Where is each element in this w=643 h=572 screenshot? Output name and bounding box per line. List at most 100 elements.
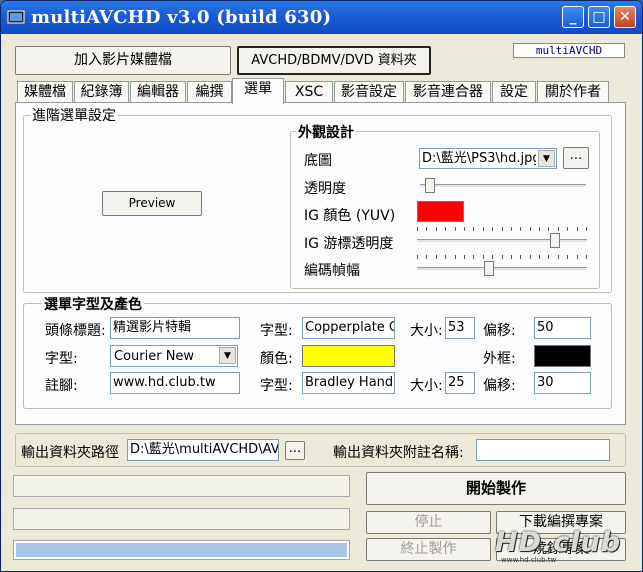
tab-media[interactable]: 媒體檔	[17, 81, 73, 102]
chevron-down-icon[interactable]: ▼	[219, 347, 236, 364]
slider-tick	[502, 255, 503, 259]
finish-button[interactable]: 終止製作	[366, 538, 491, 561]
transparency-slider[interactable]	[420, 176, 586, 196]
footer-label: 註腳:	[45, 378, 78, 394]
slider-tick	[426, 255, 427, 259]
tab-xsc[interactable]: XSC	[285, 81, 333, 102]
header-font-input[interactable]: Copperplate Gothic	[302, 317, 395, 339]
font-dropdown[interactable]: Courier New ▼	[110, 345, 238, 367]
slider-tick	[530, 255, 531, 259]
footer-font-input[interactable]: Bradley Hand ITC	[302, 372, 395, 394]
slider-tick	[511, 227, 512, 231]
footer-offset-input[interactable]: 30	[534, 372, 591, 394]
footer-font-label: 字型:	[260, 378, 293, 394]
output-suffix-label: 輸出資料夾附註名稱:	[333, 445, 464, 461]
slider-tick	[586, 255, 587, 259]
slider-tick	[577, 227, 578, 231]
stop-button[interactable]: 停止	[366, 511, 491, 534]
tab-menu[interactable]: 選單	[232, 78, 284, 104]
footer-size-input[interactable]: 25	[445, 372, 475, 394]
tab-av-muxer[interactable]: 影音連合器	[405, 81, 491, 102]
output-suffix-input[interactable]	[476, 439, 610, 461]
watermark-text: HD.club	[495, 527, 622, 558]
slider-tick	[464, 227, 465, 231]
header-size-label: 大小:	[410, 323, 443, 339]
header-font-label: 字型:	[260, 323, 293, 339]
slider-tick	[445, 255, 446, 259]
slider-thumb[interactable]	[425, 178, 435, 193]
frame-rate-slider[interactable]	[417, 255, 587, 277]
text-color-swatch[interactable]	[302, 345, 395, 367]
tab-editor[interactable]: 編輯器	[130, 81, 186, 102]
slider-tick	[436, 227, 437, 231]
footer-size-label: 大小:	[410, 378, 443, 394]
slider-tick	[520, 255, 521, 259]
appearance-title: 外觀設計	[296, 122, 356, 142]
chevron-down-icon[interactable]: ▼	[538, 150, 555, 167]
header-input[interactable]: 精選影片特輯	[110, 317, 240, 339]
outline-color-swatch[interactable]	[534, 345, 591, 367]
background-dropdown[interactable]: D:\藍光\PS3\hd.jpg ▼	[419, 148, 557, 169]
background-browse-button[interactable]: ...	[563, 147, 589, 169]
slider-tick	[567, 227, 568, 231]
slider-tick	[417, 227, 418, 231]
brand-label: multiAVCHD	[513, 43, 625, 58]
slider-ticks	[417, 255, 587, 259]
add-media-button[interactable]: 加入影片媒體檔	[15, 46, 231, 75]
slider-tick	[548, 255, 549, 259]
slider-tick	[539, 255, 540, 259]
slider-ticks	[417, 227, 587, 231]
slider-tick	[586, 227, 587, 231]
close-button[interactable]: ✕	[614, 6, 636, 28]
slider-tick	[548, 227, 549, 231]
frame-rate-label: 編碼幀幅	[304, 263, 360, 279]
minimize-button[interactable]: _	[562, 6, 584, 28]
outline-label: 外框:	[483, 351, 516, 367]
tab-settings[interactable]: 設定	[492, 81, 536, 102]
slider-thumb[interactable]	[550, 233, 560, 248]
title-bar[interactable]: multiAVCHD v3.0 (build 630) _ □ ✕	[1, 1, 642, 34]
ig-color-swatch[interactable]	[417, 201, 464, 222]
tab-authoring[interactable]: 編撰	[187, 81, 232, 102]
window-title: multiAVCHD v3.0 (build 630)	[31, 7, 332, 28]
slider-tick	[483, 255, 484, 259]
slider-tick	[492, 255, 493, 259]
start-button[interactable]: 開始製作	[366, 472, 626, 505]
maximize-button[interactable]: □	[588, 6, 610, 28]
slider-tick	[539, 227, 540, 231]
background-label: 底圖	[304, 153, 332, 169]
slider-tick	[577, 255, 578, 259]
slider-tick	[426, 227, 427, 231]
menu-tab-panel: 進階選單設定 Preview 外觀設計 底圖 D:\藍光\PS3\hd.jpg …	[15, 102, 626, 425]
footer-input[interactable]: www.hd.club.tw	[110, 372, 240, 394]
font-dropdown-value: Courier New	[114, 349, 195, 364]
slider-tick	[492, 227, 493, 231]
tab-log[interactable]: 紀錄簿	[74, 81, 129, 102]
slider-tick	[558, 227, 559, 231]
slider-track	[420, 184, 586, 188]
tab-av-settings[interactable]: 影音設定	[334, 81, 404, 102]
tab-about[interactable]: 關於作者	[537, 81, 609, 102]
transparency-label: 透明度	[304, 181, 346, 197]
folder-button[interactable]: AVCHD/BDMV/DVD 資料夾	[237, 46, 431, 75]
slider-tick	[455, 227, 456, 231]
slider-tick	[473, 227, 474, 231]
slider-tick	[436, 255, 437, 259]
slider-thumb[interactable]	[484, 261, 494, 276]
preview-button[interactable]: Preview	[102, 191, 202, 216]
ig-color-label: IG 顏色 (YUV)	[304, 208, 396, 224]
app-window: multiAVCHD v3.0 (build 630) _ □ ✕ 加入影片媒體…	[0, 0, 643, 572]
status-box-2	[13, 508, 350, 530]
slider-tick	[567, 255, 568, 259]
slider-track	[417, 239, 587, 243]
output-browse-button[interactable]: ...	[285, 441, 305, 460]
header-size-input[interactable]: 53	[445, 317, 475, 339]
output-path-input[interactable]: D:\藍光\multiAVCHD\AVCHD	[127, 439, 279, 461]
header-offset-input[interactable]: 50	[534, 317, 591, 339]
output-path-label: 輸出資料夾路徑	[21, 445, 119, 461]
ig-cursor-slider[interactable]	[417, 227, 587, 249]
slider-tick	[445, 227, 446, 231]
watermark-url: www.hd.club.tw	[501, 556, 557, 564]
slider-tick	[530, 227, 531, 231]
header-offset-label: 偏移:	[483, 323, 516, 339]
